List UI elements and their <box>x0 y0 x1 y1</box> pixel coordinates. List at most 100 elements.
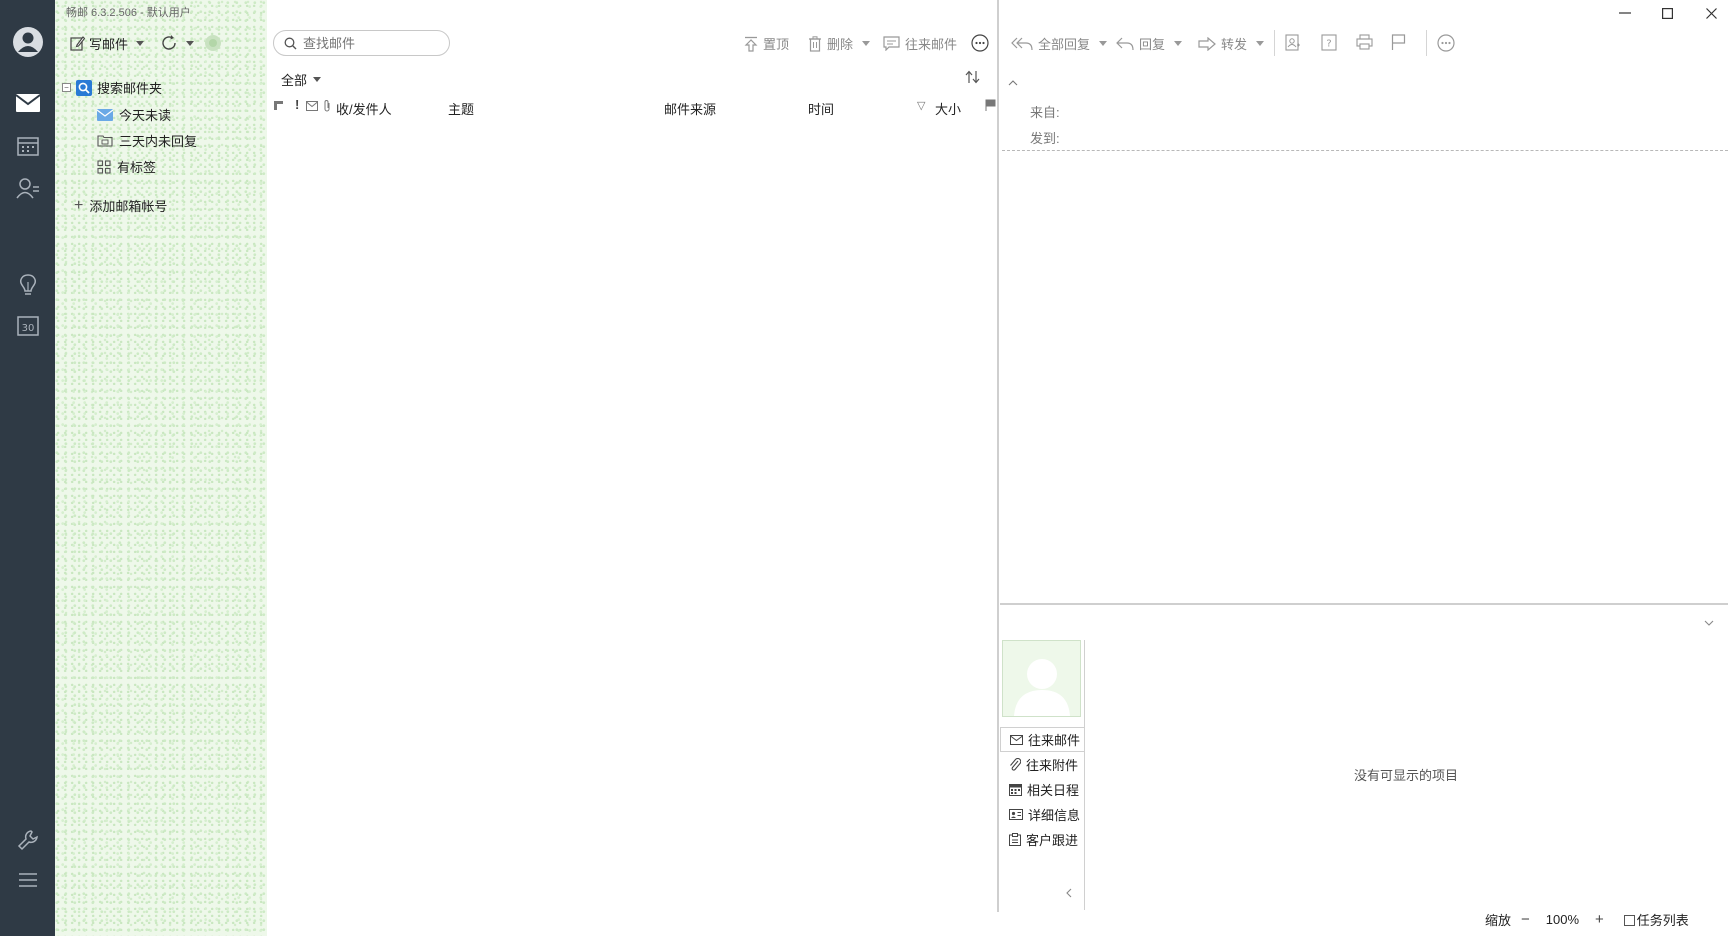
chevron-down-icon[interactable] <box>1704 614 1714 629</box>
pane-splitter-horizontal[interactable] <box>1000 603 1728 605</box>
filter-caret-icon <box>313 77 322 82</box>
zoom-in-button[interactable]: + <box>1595 911 1604 928</box>
id-card-icon <box>1009 809 1023 820</box>
calendar-nav-icon[interactable] <box>0 126 55 166</box>
contact-side-tabs: 往来邮件 往来附件 相关日程 详细信息 客户跟进 <box>1000 727 1084 852</box>
column-sender[interactable]: 收/发件人 <box>336 99 392 118</box>
calendar-30-icon[interactable]: 30 <box>0 306 55 346</box>
side-tabs-divider <box>1084 640 1085 910</box>
forward-icon <box>1198 36 1216 51</box>
refresh-dropdown-icon[interactable] <box>186 40 194 46</box>
forward-button[interactable]: 转发 <box>1198 34 1265 53</box>
column-source[interactable]: 邮件来源 <box>664 99 716 118</box>
zoom-out-button[interactable]: − <box>1521 911 1530 928</box>
search-box[interactable] <box>273 30 450 56</box>
minimize-icon[interactable] <box>1610 4 1640 22</box>
chevron-left-icon[interactable] <box>1066 886 1072 901</box>
compose-button[interactable]: 写邮件 <box>70 34 145 53</box>
sort-toggle-icon[interactable] <box>965 70 981 87</box>
help-button[interactable]: ? <box>1321 34 1337 51</box>
reading-more-button[interactable] <box>1437 34 1455 52</box>
maximize-icon[interactable] <box>1652 4 1682 22</box>
reply-dropdown-icon[interactable] <box>1174 41 1183 46</box>
sort-desc-icon: ▽ <box>917 100 926 112</box>
flag-icon <box>1391 34 1406 50</box>
collapse-toggle-icon[interactable]: − <box>62 83 71 92</box>
forward-label: 转发 <box>1221 37 1248 52</box>
side-tab-label: 往来附件 <box>1026 758 1079 773</box>
search-folder-root[interactable]: − 搜索邮件夹 <box>62 78 162 97</box>
reply-button[interactable]: 回复 <box>1116 34 1183 53</box>
tab-customer-followup[interactable]: 客户跟进 <box>1000 827 1084 852</box>
column-read-icon[interactable] <box>306 99 318 114</box>
reply-all-dropdown-icon[interactable] <box>1099 41 1108 46</box>
column-flag-status-icon[interactable] <box>273 99 284 114</box>
refresh-button[interactable] <box>160 34 222 52</box>
folder-item-unreplied[interactable]: 三天内未回复 <box>97 131 197 150</box>
mail-small-icon <box>1010 734 1023 745</box>
calendar-folder-icon <box>97 135 113 147</box>
delete-button[interactable]: 删除 <box>808 34 871 53</box>
pin-top-icon <box>744 36 758 52</box>
filter-dropdown[interactable]: 全部 <box>281 70 322 89</box>
column-flag-icon[interactable] <box>985 99 996 114</box>
compose-dropdown-icon[interactable] <box>136 41 145 46</box>
lightbulb-icon[interactable] <box>0 266 55 306</box>
column-time[interactable]: 时间 <box>808 99 834 118</box>
contact-card-icon <box>1285 34 1300 51</box>
grid-tag-icon <box>97 159 111 174</box>
column-size[interactable]: 大小 <box>935 99 961 118</box>
related-mail-label: 往来邮件 <box>905 37 958 52</box>
header-divider <box>1002 150 1728 151</box>
tasklist-toggle[interactable]: 任务列表 <box>1623 910 1689 929</box>
contact-avatar <box>1002 640 1081 717</box>
column-attachment-icon[interactable] <box>323 99 331 115</box>
close-icon[interactable] <box>1696 4 1726 22</box>
reply-icon <box>1116 37 1134 50</box>
toolbar-separator <box>1426 30 1427 56</box>
wrench-icon[interactable] <box>0 820 55 860</box>
tab-details[interactable]: 详细信息 <box>1000 802 1084 827</box>
column-subject[interactable]: 主题 <box>448 99 474 118</box>
delete-dropdown-icon[interactable] <box>862 41 871 46</box>
reply-all-label: 全部回复 <box>1038 37 1091 52</box>
mail-app-window: 30 畅邮 6.3.2.506 - 默认用户 写邮件 − 搜索邮件夹 今天未读 … <box>0 0 1728 936</box>
reply-all-button[interactable]: 全部回复 <box>1011 34 1108 53</box>
zoom-value: 100% <box>1545 912 1580 927</box>
folder-item-label: 三天内未回复 <box>119 134 198 149</box>
empty-state-message: 没有可显示的项目 <box>1354 768 1459 783</box>
sync-status-icon <box>205 35 221 51</box>
tab-related-attachments[interactable]: 往来附件 <box>1000 752 1084 777</box>
folder-item-today-unread[interactable]: 今天未读 <box>97 105 171 124</box>
refresh-icon <box>162 35 176 50</box>
trash-icon <box>809 35 821 52</box>
message-list-pane <box>267 0 997 936</box>
print-button[interactable] <box>1356 34 1373 50</box>
search-folder-label: 搜索邮件夹 <box>97 81 163 96</box>
add-account-button[interactable]: + 添加邮箱帐号 <box>74 196 167 215</box>
search-folder-icon <box>76 79 92 96</box>
folder-item-label: 今天未读 <box>119 108 172 123</box>
search-input[interactable] <box>303 35 433 51</box>
forward-dropdown-icon[interactable] <box>1256 41 1265 46</box>
reply-all-icon <box>1011 37 1033 50</box>
tab-related-mail[interactable]: 往来邮件 <box>1000 727 1084 752</box>
envelope-icon <box>97 108 113 121</box>
pin-button[interactable]: 置顶 <box>744 34 789 53</box>
menu-icon[interactable] <box>0 860 55 900</box>
add-contact-button[interactable] <box>1285 34 1301 51</box>
reading-pane <box>999 0 1728 936</box>
user-avatar-icon[interactable] <box>0 22 55 62</box>
header-collapse-icon[interactable] <box>1008 74 1018 89</box>
tasklist-checkbox[interactable] <box>1623 915 1635 926</box>
contacts-nav-icon[interactable] <box>0 168 55 208</box>
column-priority-icon[interactable]: ! <box>295 97 299 112</box>
folder-item-tagged[interactable]: 有标签 <box>97 157 156 176</box>
related-mail-button[interactable]: 往来邮件 <box>883 34 957 53</box>
mail-nav-icon[interactable] <box>0 83 55 123</box>
flag-button[interactable] <box>1391 34 1406 50</box>
list-more-button[interactable] <box>971 34 989 52</box>
search-icon <box>284 37 297 49</box>
zoom-label: 缩放 <box>1485 913 1512 928</box>
tab-related-schedule[interactable]: 相关日程 <box>1000 777 1084 802</box>
